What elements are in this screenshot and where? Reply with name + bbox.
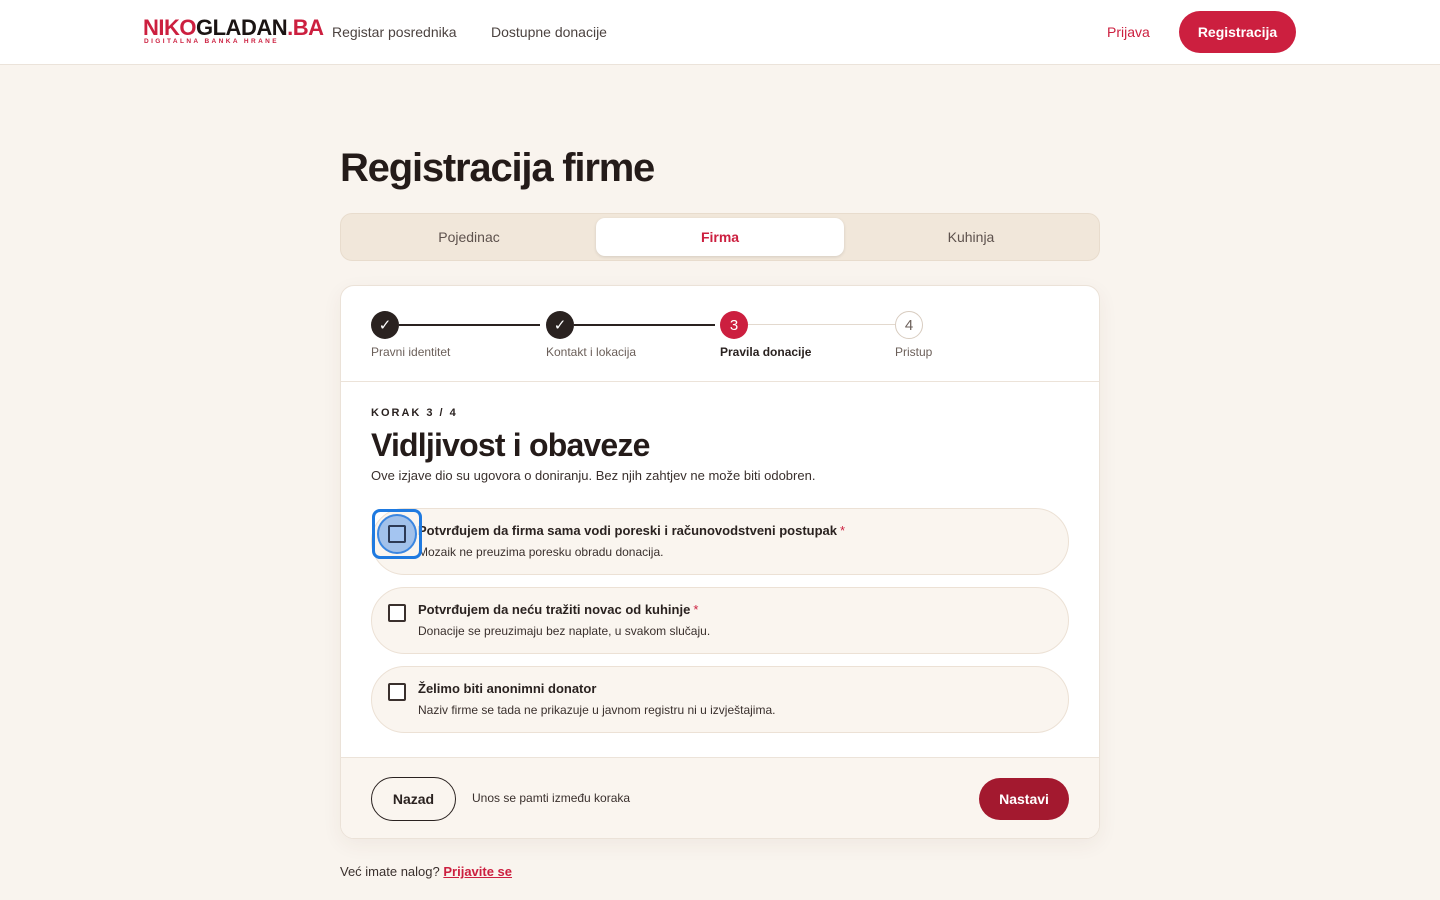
tab-pojedinac[interactable]: Pojedinac	[345, 218, 593, 256]
step-connector	[748, 324, 895, 325]
register-button[interactable]: Registracija	[1179, 11, 1296, 53]
site-logo[interactable]: NIKOGLADAN.BA DIGITALNA BANKA HRANE	[143, 16, 324, 48]
top-navigation-bar: NIKOGLADAN.BA DIGITALNA BANKA HRANE Regi…	[0, 0, 1440, 65]
option-title: Želimo biti anonimni donator	[418, 681, 597, 696]
logo-wordmark: NIKOGLADAN.BA	[143, 15, 324, 40]
step-3-marker: 3	[720, 311, 748, 339]
option-anonymous-donor[interactable]: Želimo biti anonimni donator Naziv firme…	[371, 666, 1069, 733]
checkbox-anonymous-donor[interactable]	[388, 683, 406, 701]
back-button[interactable]: Nazad	[371, 777, 456, 821]
option-no-payment[interactable]: Potvrđujem da neću tražiti novac od kuhi…	[371, 587, 1069, 654]
next-button[interactable]: Nastavi	[979, 778, 1069, 820]
option-title: Potvrđujem da neću tražiti novac od kuhi…	[418, 602, 699, 617]
autosave-hint: Unos se pamti između koraka	[472, 791, 631, 805]
nav-link-registar-posrednika[interactable]: Registar posrednika	[332, 23, 457, 41]
step-3-label: Pravila donacije	[720, 345, 812, 359]
tab-firma[interactable]: Firma	[596, 218, 844, 256]
required-marker: *	[693, 602, 699, 617]
card-footer: Nazad Unos se pamti između koraka Nastav…	[341, 757, 1099, 838]
option-subtitle: Mozaik ne preuzima poresku obradu donaci…	[418, 545, 664, 559]
step-2-check-icon: ✓	[546, 311, 574, 339]
tab-kuhinja[interactable]: Kuhinja	[847, 218, 1095, 256]
option-title: Potvrđujem da firma sama vodi poreski i …	[418, 523, 846, 538]
registration-type-tabs: Pojedinac Firma Kuhinja	[340, 213, 1100, 261]
login-link[interactable]: Prijava	[1107, 23, 1150, 41]
login-prompt: Već imate nalog? Prijavite se	[340, 864, 513, 879]
nav-link-dostupne-donacije[interactable]: Dostupne donacije	[491, 23, 607, 41]
required-marker: *	[840, 523, 846, 538]
step-1-check-icon: ✓	[371, 311, 399, 339]
login-link-bottom[interactable]: Prijavite se	[443, 864, 512, 879]
step-connector	[574, 324, 715, 326]
section-description: Ove izjave dio su ugovora o doniranju. B…	[371, 468, 816, 483]
step-2-label: Kontakt i lokacija	[546, 345, 637, 359]
step-counter: KORAK 3 / 4	[371, 407, 458, 419]
checkbox-no-payment[interactable]	[388, 604, 406, 622]
step-4-label: Pristup	[895, 345, 933, 359]
option-subtitle: Naziv firme se tada ne prikazuje u javno…	[418, 703, 776, 717]
focused-checkbox-outline	[388, 525, 406, 543]
step-1-label: Pravni identitet	[371, 345, 451, 359]
logo-tagline: DIGITALNA BANKA HRANE	[144, 38, 280, 45]
page-title: Registracija firme	[340, 146, 655, 190]
section-title: Vidljivost i obaveze	[371, 427, 650, 463]
stepper-divider	[341, 381, 1099, 382]
option-tax-responsibility[interactable]: Potvrđujem da firma sama vodi poreski i …	[371, 508, 1069, 575]
step-connector	[399, 324, 540, 326]
option-subtitle: Donacije se preuzimaju bez naplate, u sv…	[418, 624, 711, 638]
registration-card: ✓ Pravni identitet ✓ Kontakt i lokacija …	[340, 285, 1100, 839]
step-4-marker: 4	[895, 311, 923, 339]
